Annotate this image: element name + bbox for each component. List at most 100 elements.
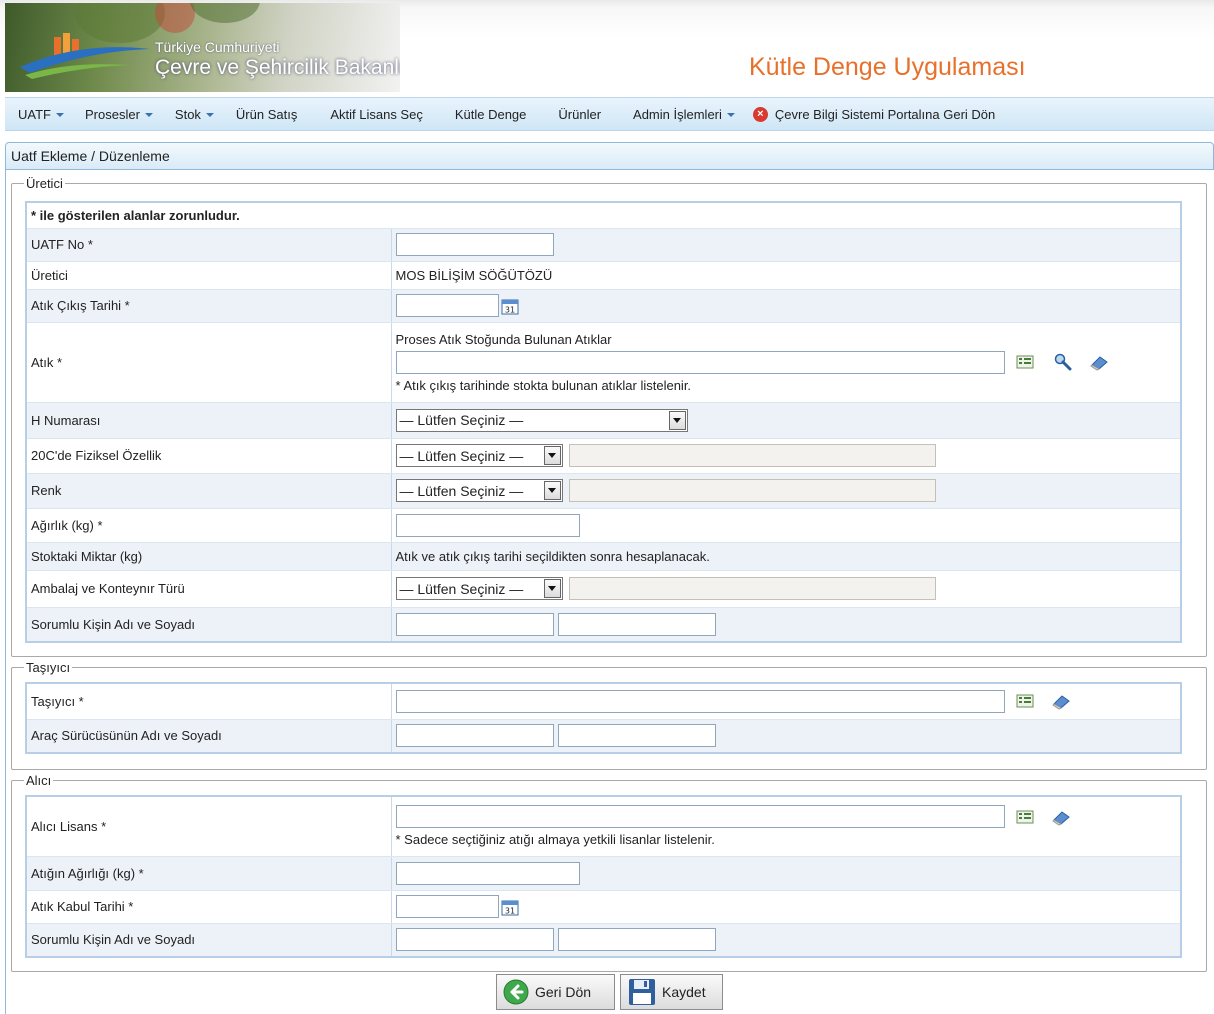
floppy-disk-icon <box>629 979 655 1005</box>
sorumlu-soyad-input[interactable] <box>557 612 716 636</box>
chevron-down-icon <box>543 481 561 500</box>
renk-label: Renk <box>26 473 392 509</box>
h-numarasi-label: H Numarası <box>26 402 392 439</box>
chevron-down-icon <box>668 410 686 430</box>
uatf-no-label: UATF No * <box>26 228 392 262</box>
menu-label: Aktif Lisans Seç <box>330 106 423 122</box>
sorumlu-ad-input[interactable] <box>395 612 554 636</box>
alici-sorumlu-label: Sorumlu Kişin Adı ve Soyadı <box>26 923 392 958</box>
svg-text:31: 31 <box>504 305 514 314</box>
tasiyici-table: Taşıyıcı * Araç Sürücüsünün Adı ve Soyad… <box>25 682 1182 754</box>
back-arrow-icon <box>503 979 529 1005</box>
menu-label: Ürünler <box>558 106 602 122</box>
list-icon[interactable] <box>1015 353 1035 371</box>
select-value: — Lütfen Seçiniz — <box>399 447 524 464</box>
cikis-tarihi-input[interactable] <box>395 294 499 317</box>
eraser-icon[interactable] <box>1051 692 1071 710</box>
menu-label: Çevre Bilgi Sistemi Portalına Geri Dön <box>774 106 996 122</box>
search-icon[interactable] <box>1053 353 1073 371</box>
panel-border <box>5 170 6 1014</box>
menu-label: Kütle Denge <box>454 106 527 122</box>
chevron-down-icon <box>55 112 64 117</box>
ambalaj-select[interactable]: — Lütfen Seçiniz — <box>395 577 563 600</box>
alici-table: Alıcı Lisans * * Sadece seçtiğiniz atığı… <box>25 795 1182 958</box>
uretici-legend: Üretici <box>26 176 63 191</box>
menu-item-urunler[interactable]: Ürünler <box>558 98 601 130</box>
app-header: Türkiye Cumhuriyeti Çevre ve Şehircilik … <box>0 0 1214 97</box>
atik-input[interactable] <box>395 350 1005 374</box>
panel-title: Uatf Ekleme / Düzenleme <box>5 142 1214 170</box>
menu-item-urun-satis[interactable]: Ürün Satış <box>236 98 297 130</box>
fiziksel-text-input[interactable] <box>568 444 936 467</box>
list-icon[interactable] <box>1015 808 1035 826</box>
ambalaj-label: Ambalaj ve Konteynır Türü <box>26 570 392 608</box>
alici-sorumlu-soyad-input[interactable] <box>557 928 716 952</box>
save-button[interactable]: Kaydet <box>620 974 723 1010</box>
stok-miktar-value: Atık ve atık çıkış tarihi seçildikten so… <box>391 542 1181 571</box>
select-value: — Lütfen Seçiniz — <box>399 412 524 428</box>
close-circle-icon: × <box>752 106 768 122</box>
atik-agirlik-input[interactable] <box>395 861 580 885</box>
tasiyici-legend: Taşıyıcı <box>26 660 71 675</box>
menu-item-uatf[interactable]: UATF <box>18 98 64 130</box>
kabul-tarihi-input[interactable] <box>395 895 499 918</box>
main-menu: UATF Prosesler Stok Ürün Satış Aktif Lis… <box>5 97 1214 131</box>
tasiyici-input[interactable] <box>395 689 1005 713</box>
eraser-icon[interactable] <box>1051 808 1071 826</box>
atik-label: Atık * <box>26 322 392 403</box>
chevron-down-icon <box>144 112 153 117</box>
list-icon[interactable] <box>1015 692 1035 710</box>
menu-item-stok[interactable]: Stok <box>175 98 214 130</box>
ministry-banner: Türkiye Cumhuriyeti Çevre ve Şehircilik … <box>5 3 400 92</box>
calendar-icon[interactable]: 31 <box>501 898 519 916</box>
sorumlu-label: Sorumlu Kişin Adı ve Soyadı <box>26 607 392 643</box>
chevron-down-icon <box>205 112 214 117</box>
surucu-soyad-input[interactable] <box>557 724 716 748</box>
surucu-ad-input[interactable] <box>395 724 554 748</box>
menu-label: UATF <box>18 106 51 122</box>
renk-text-input[interactable] <box>568 479 936 502</box>
surucu-label: Araç Sürücüsünün Adı ve Soyadı <box>26 719 392 754</box>
ambalaj-text-input[interactable] <box>568 577 936 600</box>
uretici-table: * ile gösterilen alanlar zorunludur. UAT… <box>25 201 1182 643</box>
menu-item-kutle-denge[interactable]: Kütle Denge <box>455 98 527 130</box>
tasiyici-label: Taşıyıcı * <box>26 683 392 720</box>
agirlik-input[interactable] <box>395 513 580 537</box>
uatf-no-input[interactable] <box>395 233 554 256</box>
chevron-down-icon <box>726 112 735 117</box>
menu-label: Prosesler <box>84 106 140 122</box>
ministry-top-text: Türkiye Cumhuriyeti <box>155 39 280 55</box>
alici-lisans-label: Alıcı Lisans * <box>26 796 392 857</box>
back-button-label: Geri Dön <box>535 984 592 1000</box>
renk-select[interactable]: — Lütfen Seçiniz — <box>395 479 563 502</box>
select-value: — Lütfen Seçiniz — <box>399 482 524 499</box>
app-title: Kütle Denge Uygulaması <box>749 53 1026 81</box>
stok-miktar-label: Stoktaki Miktar (kg) <box>26 542 392 571</box>
fiziksel-label: 20C'de Fiziksel Özellik <box>26 438 392 474</box>
ministry-logo <box>20 33 150 79</box>
svg-text:31: 31 <box>504 906 514 915</box>
uretici-value: MOS BİLİŞİM SÖĞÜTÖZÜ <box>391 261 1181 290</box>
fiziksel-select[interactable]: — Lütfen Seçiniz — <box>395 444 563 467</box>
calendar-icon[interactable]: 31 <box>501 297 519 315</box>
menu-item-aktif-lisans[interactable]: Aktif Lisans Seç <box>330 98 423 130</box>
menu-item-admin[interactable]: Admin İşlemleri <box>633 98 735 130</box>
alici-sorumlu-ad-input[interactable] <box>395 928 554 952</box>
uretici-label: Üretici <box>26 261 392 290</box>
required-note: * ile gösterilen alanlar zorunludur. <box>26 202 1181 229</box>
back-button[interactable]: Geri Dön <box>496 974 615 1010</box>
atik-agirlik-label: Atığın Ağırlığı (kg) * <box>26 856 392 891</box>
menu-item-prosesler[interactable]: Prosesler <box>85 98 153 130</box>
h-numarasi-select[interactable]: — Lütfen Seçiniz — <box>395 408 688 432</box>
chevron-down-icon <box>543 579 561 598</box>
agirlik-label: Ağırlık (kg) * <box>26 508 392 543</box>
eraser-icon[interactable] <box>1089 353 1109 371</box>
menu-label: Admin İşlemleri <box>633 106 722 122</box>
menu-item-portal-return[interactable]: × Çevre Bilgi Sistemi Portalına Geri Dön <box>752 98 996 130</box>
alici-lisans-note: * Sadece seçtiğiniz atığı almaya yetkili… <box>395 832 715 848</box>
kabul-tarihi-label: Atık Kabul Tarihi * <box>26 890 392 924</box>
save-button-label: Kaydet <box>662 984 706 1000</box>
atik-title: Proses Atık Stoğunda Bulunan Atıklar <box>395 331 612 347</box>
ministry-name: Çevre ve Şehircilik Bakanlığı <box>155 56 400 79</box>
alici-lisans-input[interactable] <box>395 805 1005 829</box>
